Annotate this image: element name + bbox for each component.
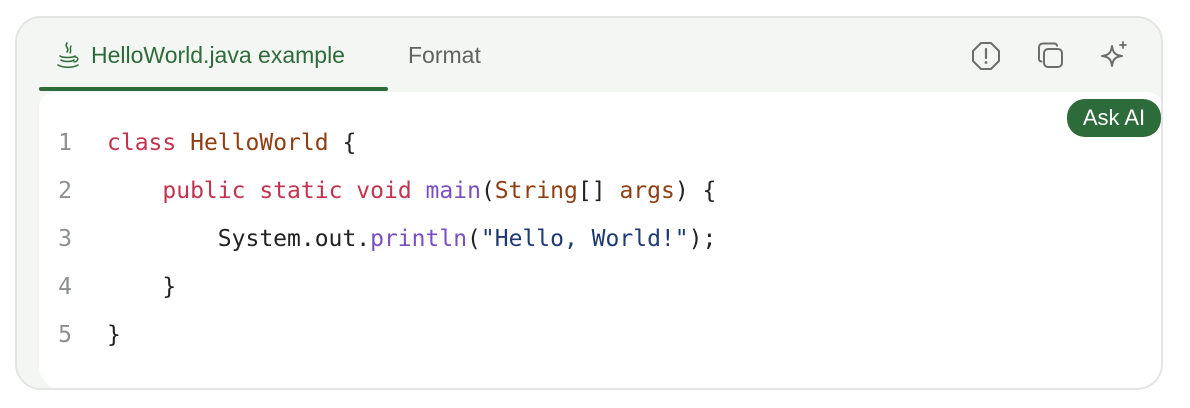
code-token: main [425, 178, 481, 204]
code-line: 1 class HelloWorld { [39, 126, 716, 174]
code-token: static [259, 178, 343, 204]
code-line: 4 } [39, 270, 716, 318]
code-line: 2 public static void main(String[] args)… [39, 174, 716, 222]
code-text: } [107, 318, 121, 352]
code-token: void [356, 178, 412, 204]
code-text: class HelloWorld { [107, 126, 356, 160]
line-number: 5 [58, 322, 72, 348]
code-line: 3 System.out.println("Hello, World!"); [39, 222, 716, 270]
code-text: } [107, 270, 176, 304]
code-token: class [107, 130, 177, 156]
tab-helloworld-java-label: HelloWorld.java example [91, 42, 345, 68]
line-number: 4 [58, 274, 72, 300]
code-token: println [370, 226, 468, 252]
code-line: 5} [39, 318, 716, 366]
code-token: } [107, 274, 177, 300]
code-panel[interactable]: 1 class HelloWorld {2 public static void … [39, 92, 1161, 388]
code-token: public [162, 178, 246, 204]
alert-octagon-icon[interactable] [970, 40, 1002, 72]
line-number: 2 [58, 178, 72, 204]
copy-icon[interactable] [1035, 40, 1067, 72]
code-text: public static void main(String[] args) { [107, 174, 716, 208]
code-token: ) { [674, 178, 717, 204]
java-icon [57, 42, 79, 69]
active-tab-indicator [39, 87, 388, 91]
code-token: args [619, 178, 675, 204]
code-token: HelloWorld [190, 130, 329, 156]
tab-format[interactable]: Format [408, 40, 481, 70]
line-number: 1 [58, 130, 72, 156]
ask-ai-button[interactable]: Ask AI [1067, 99, 1161, 137]
sparkle-icon[interactable] [1098, 40, 1130, 72]
code-token: ); [688, 226, 717, 252]
code-token: } [107, 322, 121, 348]
line-number: 3 [58, 226, 72, 252]
code-token: ( [467, 226, 481, 252]
code-lines: 1 class HelloWorld {2 public static void … [39, 126, 716, 366]
code-text: System.out.println("Hello, World!"); [107, 222, 717, 256]
code-token: ( [480, 178, 495, 204]
code-block-header: HelloWorld.java example Format [17, 18, 1161, 92]
code-token: [] [577, 178, 620, 204]
code-token: "Hello, World!" [480, 226, 689, 252]
code-token: System.out. [107, 226, 371, 252]
code-block-card: HelloWorld.java example Format 1class H [15, 16, 1163, 390]
code-token: { [328, 130, 357, 156]
code-token: String [494, 178, 578, 204]
tab-helloworld-java[interactable]: HelloWorld.java example [53, 40, 345, 92]
